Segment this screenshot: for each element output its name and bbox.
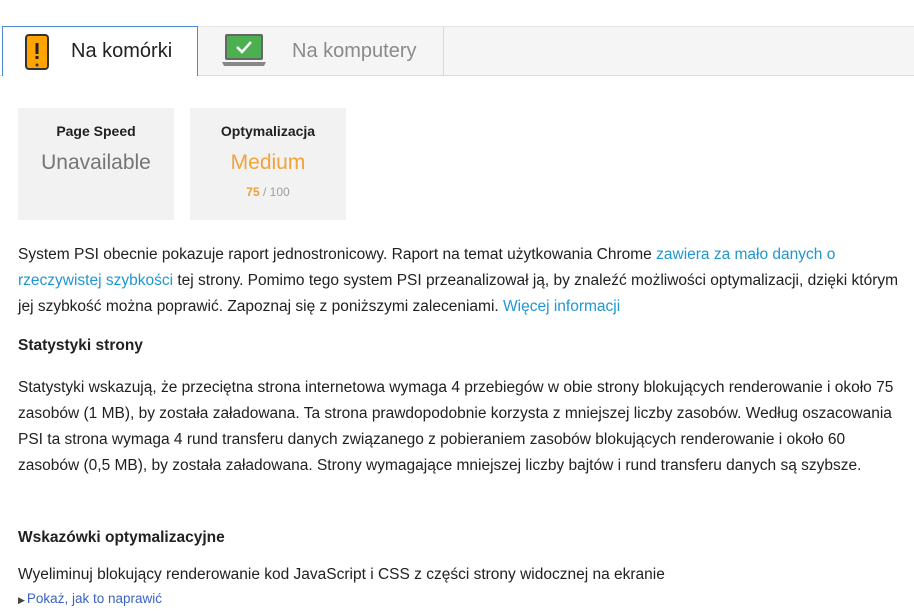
page-speed-value: Unavailable [41,151,151,174]
optimization-value: Medium [230,151,306,174]
show-fix-link[interactable]: ▶ Pokaż, jak to naprawić [18,591,162,606]
desktop-check-icon [222,34,266,66]
tip-item: Wyeliminuj blokujący renderowanie kod Ja… [18,566,665,583]
optimization-score-max: / 100 [259,185,290,199]
show-fix-label: Pokaż, jak to naprawić [26,591,162,606]
optimization-score-number: 75 [246,185,260,199]
stats-paragraph: Statystyki wskazują, że przeciętna stron… [18,379,894,474]
more-info-link[interactable]: Więcej informacji [503,298,620,315]
page-speed-card: Page Speed Unavailable [18,108,174,220]
tips-heading: Wskazówki optymalizacyjne [18,529,225,546]
optimization-card: Optymalizacja Medium 75 / 100 [190,108,346,220]
tab-mobile-label: Na komórki [71,40,173,62]
page-speed-title: Page Speed [56,123,136,139]
tab-desktop-label: Na komputery [292,39,417,62]
intro-paragraph: System PSI obecnie pokazuje raport jedno… [18,242,908,320]
intro-text-1: System PSI obecnie pokazuje raport jedno… [18,246,657,263]
optimization-score: 75 / 100 [190,185,346,199]
mobile-warning-icon [25,33,49,70]
tab-desktop[interactable]: Na komputery [198,26,444,75]
optimization-title: Optymalizacja [220,123,316,139]
tab-mobile[interactable]: Na komórki [2,26,198,76]
tab-bar-filler [444,26,914,75]
stats-heading: Statystyki strony [18,337,143,354]
triangle-right-icon: ▶ [18,595,25,605]
